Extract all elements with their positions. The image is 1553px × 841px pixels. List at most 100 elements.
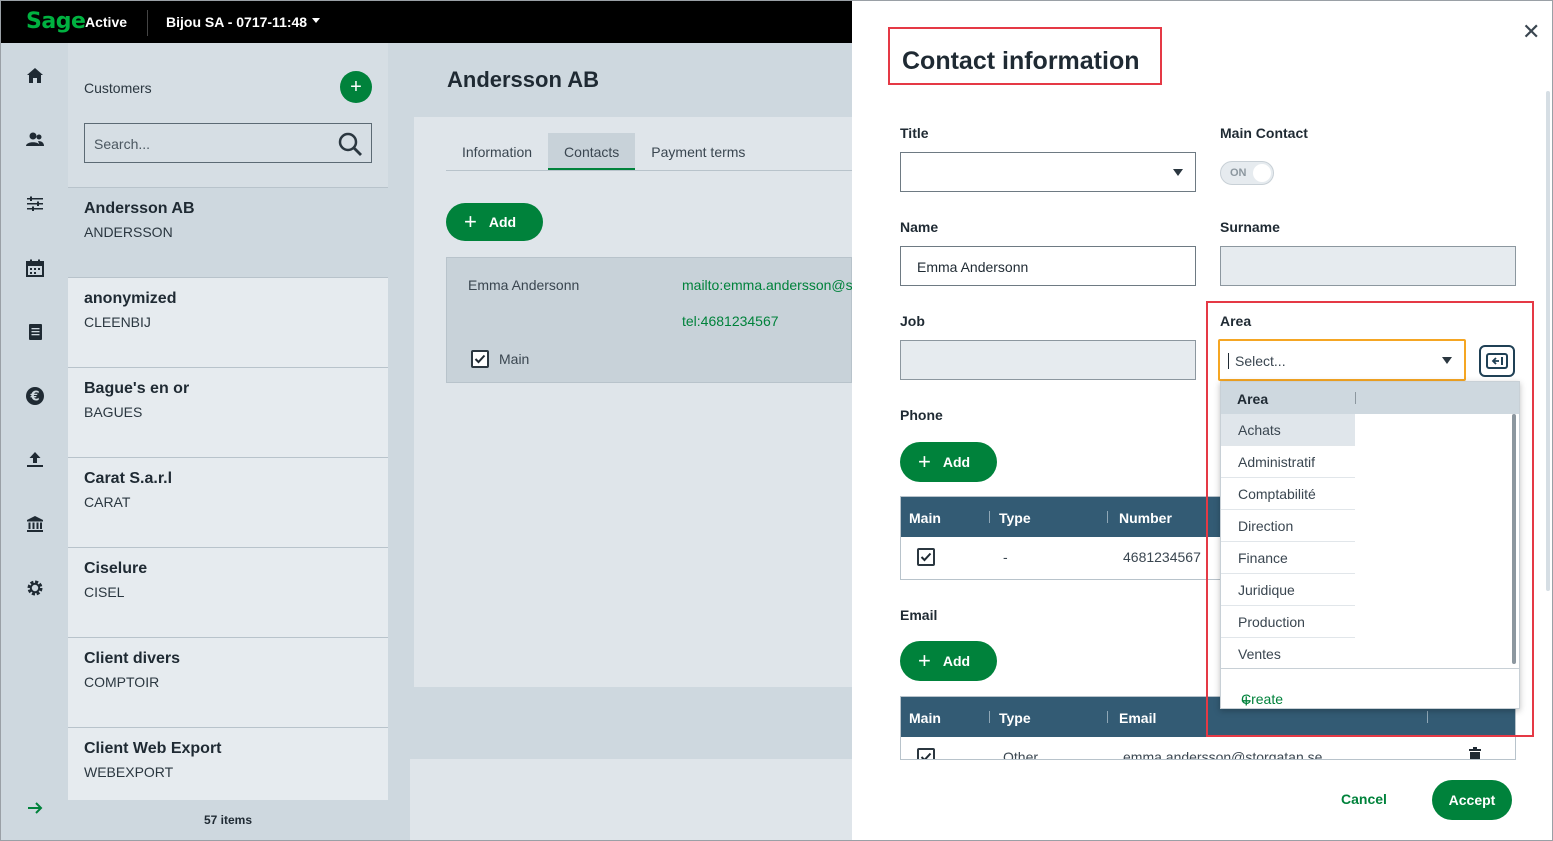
area-highlight-box (1206, 301, 1534, 737)
customer-item[interactable]: anonymized CLEENBIJ (68, 277, 388, 367)
company-caret-icon[interactable] (312, 18, 320, 23)
customer-item[interactable]: Andersson AB ANDERSSON (68, 187, 388, 277)
customer-name: Bague's en or (84, 380, 190, 397)
title-select[interactable] (900, 152, 1196, 192)
add-phone-button[interactable]: + Add (900, 442, 997, 482)
customer-code: WEBEXPORT (84, 764, 174, 780)
add-label: Add (942, 653, 971, 669)
email-address: emma.andersson@storgatan.se (1123, 749, 1323, 760)
tab-bar: Information Contacts Payment terms (446, 133, 852, 171)
column-header: Number (1119, 510, 1172, 526)
home-icon[interactable] (22, 63, 48, 89)
customer-item[interactable]: Bague's en or BAGUES (68, 367, 388, 457)
svg-text:€: € (29, 390, 39, 405)
tab-payment-terms[interactable]: Payment terms (635, 133, 761, 170)
main-label: Main (499, 351, 530, 367)
customer-name: Carat S.a.r.l (84, 470, 173, 487)
customer-item[interactable]: Ciselure CISEL (68, 547, 388, 637)
sage-logo: Sage (26, 9, 86, 34)
add-email-button[interactable]: + Add (900, 641, 997, 681)
page-title: Andersson AB (447, 67, 599, 92)
search-placeholder: Search... (94, 136, 151, 152)
add-customer-button[interactable]: + (340, 71, 372, 103)
app-window: Sage Active Bijou SA - 0717-11:48 € Cust… (0, 0, 1553, 841)
job-label: Job (900, 313, 925, 329)
arrow-right-icon[interactable] (22, 795, 48, 821)
list-footer: 57 items (68, 800, 388, 840)
calendar-icon[interactable] (22, 255, 48, 281)
customer-code: BAGUES (84, 404, 143, 420)
top-divider (147, 10, 148, 36)
column-header: Main (909, 510, 941, 526)
phone-label: Phone (900, 407, 943, 423)
customer-name: Client Web Export (84, 740, 222, 757)
upload-icon[interactable] (22, 447, 48, 473)
contact-email-link[interactable]: mailto:emma.andersson@st (682, 277, 857, 293)
company-selector[interactable]: Bijou SA - 0717-11:48 (166, 14, 307, 30)
add-label: Add (942, 454, 971, 470)
trash-icon[interactable] (1468, 747, 1482, 760)
surname-field[interactable] (1220, 246, 1516, 286)
customer-list-panel: Customers + Search... Andersson AB ANDER… (68, 43, 388, 840)
customer-name: anonymized (84, 290, 177, 307)
email-type: Other (1003, 749, 1039, 760)
email-label: Email (900, 607, 938, 623)
customer-search-input[interactable]: Search... (84, 123, 372, 163)
checkbox-checked-icon[interactable] (917, 548, 935, 566)
contact-phone-link[interactable]: tel:4681234567 (682, 313, 779, 329)
main-contact-label: Main Contact (1220, 125, 1308, 141)
column-header: Type (999, 710, 1031, 726)
table-row[interactable]: Other emma.andersson@storgatan.se (901, 737, 1515, 760)
dialog-title: Contact information (902, 47, 1140, 75)
contact-name: Emma Andersonn (468, 277, 580, 293)
title-label: Title (900, 125, 929, 141)
search-icon[interactable] (337, 131, 363, 157)
item-count: 57 items (203, 813, 253, 827)
contact-dialog: Contact information ✕ Title Main Contact… (852, 1, 1552, 840)
nav-rail: € (1, 43, 68, 840)
customer-item[interactable]: Client divers COMPTOIR (68, 637, 388, 727)
main-contact-checkbox[interactable]: Main (471, 350, 529, 368)
document-icon[interactable] (22, 319, 48, 345)
status-label: Active (85, 14, 128, 30)
customer-name: Andersson AB (84, 200, 195, 217)
phone-type: - (1003, 549, 1008, 565)
job-field[interactable] (900, 340, 1196, 380)
gear-icon[interactable] (22, 575, 48, 601)
detail-card: Information Contacts Payment terms + Add… (414, 117, 857, 687)
column-header: Main (909, 710, 941, 726)
surname-label: Surname (1220, 219, 1280, 235)
sliders-icon[interactable] (22, 191, 48, 217)
column-header: Type (999, 510, 1031, 526)
close-icon[interactable]: ✕ (1522, 19, 1540, 45)
customer-detail: Andersson AB Information Contacts Paymen… (388, 43, 857, 840)
checkbox-checked-icon (471, 350, 489, 368)
phone-number: 4681234567 (1123, 549, 1201, 565)
tab-contacts[interactable]: Contacts (548, 133, 636, 170)
plus-icon: + (918, 449, 931, 474)
top-bar: Sage Active Bijou SA - 0717-11:48 (1, 1, 852, 43)
euro-icon[interactable]: € (22, 383, 48, 409)
chevron-down-icon (1173, 169, 1183, 176)
customer-item[interactable]: Carat S.a.r.l CARAT (68, 457, 388, 547)
customer-code: CLEENBIJ (84, 314, 151, 330)
name-value: Emma Andersonn (917, 259, 1029, 275)
plus-icon: + (464, 209, 477, 234)
name-field[interactable]: Emma Andersonn (900, 246, 1196, 286)
customer-code: COMPTOIR (84, 674, 160, 690)
people-icon[interactable] (22, 127, 48, 153)
customer-name: Ciselure (84, 560, 148, 577)
bank-icon[interactable] (22, 511, 48, 537)
checkbox-checked-icon[interactable] (917, 748, 935, 759)
customers-heading: Customers (84, 80, 152, 96)
customer-code: CISEL (84, 584, 125, 600)
dialog-scrollbar[interactable] (1546, 91, 1550, 591)
plus-icon: + (918, 648, 931, 673)
add-contact-button[interactable]: + Add (446, 203, 543, 241)
accept-button[interactable]: Accept (1432, 780, 1512, 820)
contact-card[interactable]: Emma Andersonn mailto:emma.andersson@st … (446, 257, 857, 383)
tab-information[interactable]: Information (446, 133, 548, 170)
customer-code: ANDERSSON (84, 224, 173, 240)
cancel-button[interactable]: Cancel (1341, 791, 1387, 807)
main-contact-toggle[interactable]: ON (1220, 161, 1274, 185)
